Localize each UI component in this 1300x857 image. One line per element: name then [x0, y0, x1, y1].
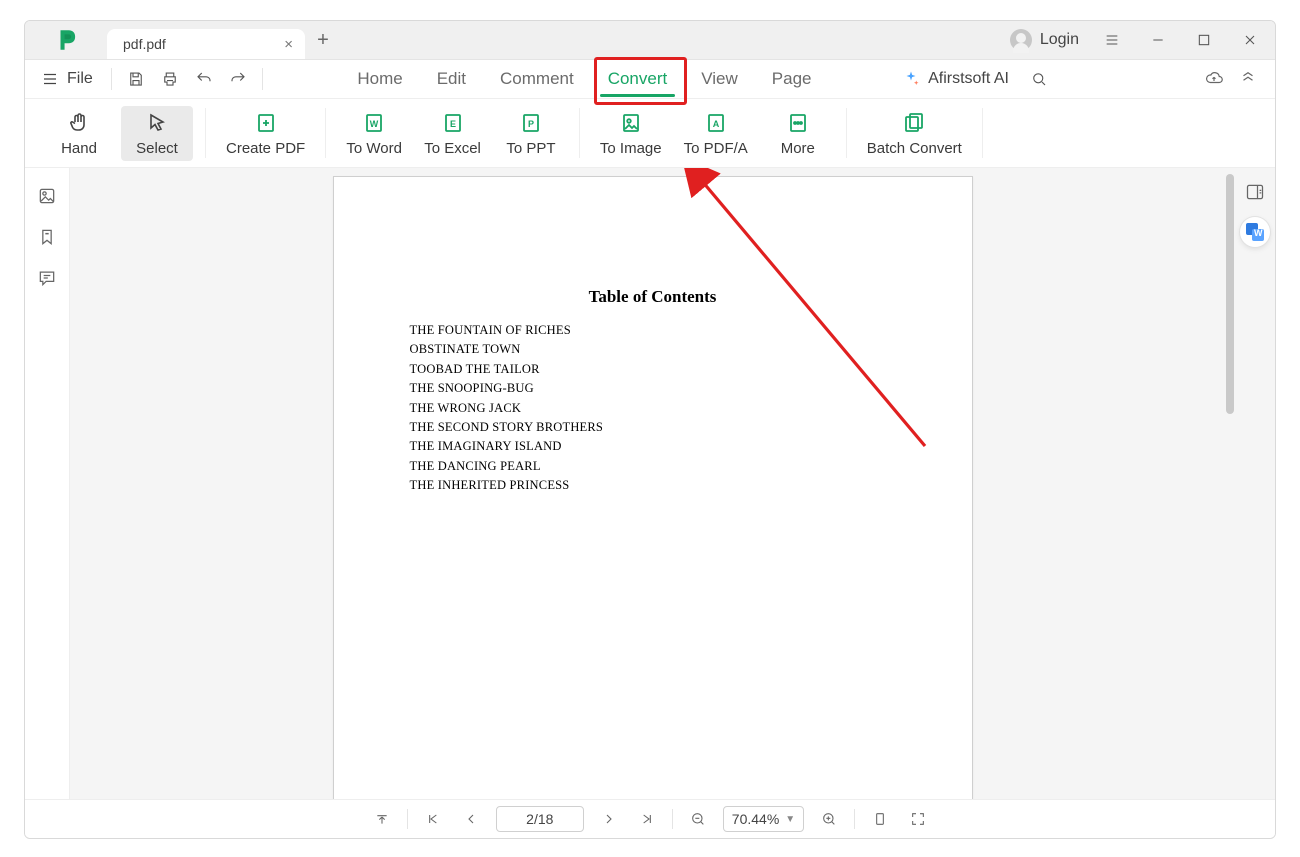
scroll-to-top-button[interactable] — [369, 806, 395, 832]
svg-text:W: W — [370, 119, 379, 129]
toc-entry: THE SNOOPING-BUG — [410, 379, 896, 398]
ppt-icon: P — [518, 110, 544, 136]
to-ppt-button[interactable]: P To PPT — [495, 106, 567, 161]
search-button[interactable] — [1025, 65, 1053, 93]
toc-entry: THE SECOND STORY BROTHERS — [410, 418, 896, 437]
to-image-button[interactable]: To Image — [592, 106, 670, 161]
zoom-out-button[interactable] — [685, 806, 711, 832]
zoom-in-button[interactable] — [816, 806, 842, 832]
titlebar-right: Login — [1010, 27, 1269, 53]
pdfa-icon: A — [703, 110, 729, 136]
toc-entry: THE INHERITED PRINCESS — [410, 476, 896, 495]
tab-view[interactable]: View — [697, 63, 742, 95]
document-canvas[interactable]: Table of Contents THE FOUNTAIN OF RICHES… — [70, 168, 1235, 799]
svg-text:E: E — [450, 119, 456, 129]
toc-entry: THE DANCING PEARL — [410, 457, 896, 476]
login-button[interactable]: Login — [1010, 29, 1079, 51]
toc-entry: THE IMAGINARY ISLAND — [410, 437, 896, 456]
document-tab-title: pdf.pdf — [123, 36, 166, 52]
hand-icon — [66, 110, 92, 136]
create-pdf-icon — [253, 110, 279, 136]
app-window: pdf.pdf × + Login — [24, 20, 1276, 839]
user-avatar-icon — [1010, 29, 1032, 51]
sparkle-icon — [902, 70, 920, 88]
cloud-sync-button[interactable] — [1205, 69, 1223, 90]
right-panel-toggle[interactable] — [1245, 182, 1265, 205]
convert-to-word-badge[interactable] — [1240, 217, 1270, 247]
collapse-ribbon-button[interactable] — [1239, 69, 1257, 90]
page-number-input[interactable]: 2/18 — [496, 806, 584, 832]
window-minimize-button[interactable] — [1145, 27, 1171, 53]
undo-button[interactable] — [190, 65, 218, 93]
titlebar: pdf.pdf × + Login — [25, 21, 1275, 60]
ai-assistant-label: Afirstsoft AI — [928, 70, 1009, 88]
ribbon-toolbar: Hand Select Create PDF W To Word E To Ex… — [25, 99, 1275, 168]
select-tool-button[interactable]: Select — [121, 106, 193, 161]
excel-icon: E — [440, 110, 466, 136]
statusbar: 2/18 70.44%▼ — [25, 799, 1275, 838]
close-tab-icon[interactable]: × — [284, 36, 293, 53]
to-pdfa-button[interactable]: A To PDF/A — [676, 106, 756, 161]
next-page-button[interactable] — [596, 806, 622, 832]
bookmarks-panel-button[interactable] — [37, 227, 57, 250]
scrollbar-thumb[interactable] — [1226, 174, 1234, 414]
more-converters-button[interactable]: More — [762, 106, 834, 161]
tab-comment[interactable]: Comment — [496, 63, 578, 95]
ai-assistant-button[interactable]: Afirstsoft AI — [902, 70, 1009, 88]
word-icon: W — [361, 110, 387, 136]
tab-page[interactable]: Page — [768, 63, 816, 95]
to-excel-button[interactable]: E To Excel — [416, 106, 489, 161]
prev-page-button[interactable] — [458, 806, 484, 832]
hand-tool-button[interactable]: Hand — [43, 106, 115, 161]
cursor-icon — [144, 110, 170, 136]
tab-home[interactable]: Home — [353, 63, 406, 95]
window-maximize-button[interactable] — [1191, 27, 1217, 53]
app-logo — [31, 27, 103, 53]
window-close-button[interactable] — [1237, 27, 1263, 53]
comments-panel-button[interactable] — [37, 268, 57, 291]
app-menu-button[interactable] — [1099, 27, 1125, 53]
file-menu-label: File — [67, 70, 93, 88]
to-word-button[interactable]: W To Word — [338, 106, 410, 161]
last-page-button[interactable] — [634, 806, 660, 832]
toc-entry: THE FOUNTAIN OF RICHES — [410, 321, 896, 340]
left-sidebar — [25, 168, 70, 799]
fullscreen-button[interactable] — [905, 806, 931, 832]
login-label: Login — [1040, 31, 1079, 49]
first-page-button[interactable] — [420, 806, 446, 832]
batch-convert-button[interactable]: Batch Convert — [859, 106, 970, 161]
tab-convert[interactable]: Convert — [604, 63, 672, 95]
new-tab-button[interactable]: + — [309, 26, 337, 54]
create-pdf-button[interactable]: Create PDF — [218, 106, 313, 161]
save-button[interactable] — [122, 65, 150, 93]
document-page: Table of Contents THE FOUNTAIN OF RICHES… — [333, 176, 973, 799]
vertical-scrollbar[interactable] — [1223, 168, 1235, 799]
toc-list: THE FOUNTAIN OF RICHESOBSTINATE TOWNTOOB… — [410, 321, 896, 495]
print-button[interactable] — [156, 65, 184, 93]
fit-page-button[interactable] — [867, 806, 893, 832]
svg-text:A: A — [712, 119, 719, 129]
menubar: File Home Edit Comment Convert View Page — [25, 60, 1275, 99]
svg-text:P: P — [528, 119, 534, 129]
toc-entry: OBSTINATE TOWN — [410, 340, 896, 359]
word-badge-icon — [1246, 223, 1264, 241]
main-tabs: Home Edit Comment Convert View Page — [267, 63, 902, 95]
redo-button[interactable] — [224, 65, 252, 93]
right-sidebar — [1235, 168, 1275, 799]
document-tab[interactable]: pdf.pdf × — [107, 29, 305, 59]
zoom-level-select[interactable]: 70.44%▼ — [723, 806, 804, 832]
file-menu-button[interactable]: File — [33, 66, 101, 92]
image-icon — [618, 110, 644, 136]
batch-icon — [901, 110, 927, 136]
tab-edit[interactable]: Edit — [433, 63, 470, 95]
toc-heading: Table of Contents — [410, 287, 896, 307]
workspace: Table of Contents THE FOUNTAIN OF RICHES… — [25, 168, 1275, 799]
toc-entry: TOOBAD THE TAILOR — [410, 360, 896, 379]
more-icon — [785, 110, 811, 136]
thumbnails-panel-button[interactable] — [37, 186, 57, 209]
toc-entry: THE WRONG JACK — [410, 399, 896, 418]
